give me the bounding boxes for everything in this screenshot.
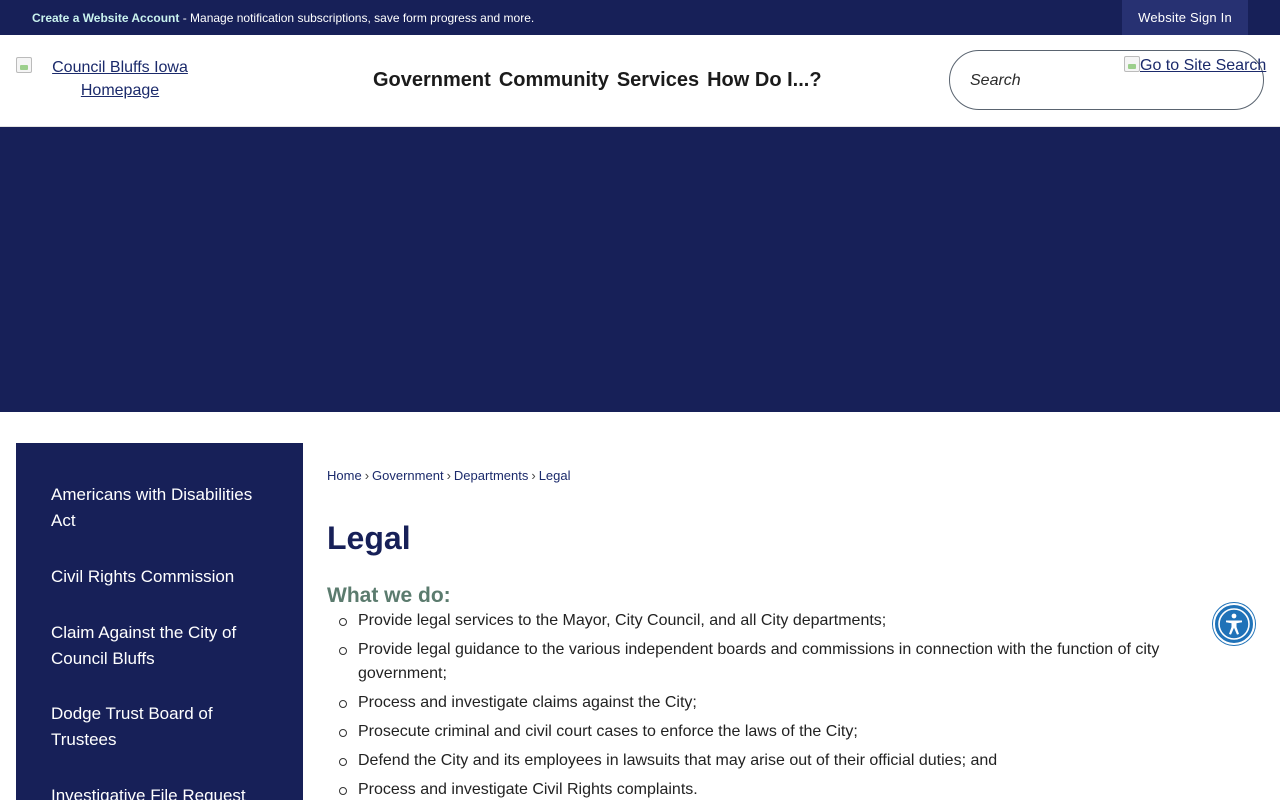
hero-banner <box>0 127 1280 412</box>
site-header: Council Bluffs Iowa Homepage Government … <box>0 35 1280 127</box>
accessibility-icon <box>1218 608 1250 640</box>
breadcrumb-separator: › <box>531 468 536 483</box>
account-message: Create a Website Account - Manage notifi… <box>32 10 534 26</box>
create-account-link[interactable]: Create a Website Account <box>32 11 179 25</box>
breadcrumb: Home › Government › Departments › Legal <box>327 467 571 485</box>
site-search-alt-text: Go to Site Search <box>1140 57 1267 74</box>
sidebar-item-claim-against-city[interactable]: Claim Against the City of Council Bluffs <box>51 620 271 672</box>
list-item: Process and investigate claims against t… <box>327 691 1187 715</box>
breadcrumb-departments[interactable]: Departments <box>454 468 528 483</box>
breadcrumb-home[interactable]: Home <box>327 468 362 483</box>
sidebar-item-civil-rights-commission[interactable]: Civil Rights Commission <box>51 564 271 590</box>
list-item: Process and investigate Civil Rights com… <box>327 778 1187 800</box>
nav-how-do-i[interactable]: How Do I...? <box>703 68 825 92</box>
section-heading: What we do: <box>327 584 451 607</box>
site-search-button[interactable]: Go to Site Search <box>1124 55 1266 77</box>
sidebar-nav: Americans with Disabilities Act Civil Ri… <box>16 443 303 800</box>
list-item: Defend the City and its employees in law… <box>327 749 1187 773</box>
search-input[interactable]: Search Go to Site Search <box>949 50 1266 110</box>
sidebar-item-ada[interactable]: Americans with Disabilities Act <box>51 482 271 534</box>
accessibility-button[interactable] <box>1213 603 1255 645</box>
duties-list: Provide legal services to the Mayor, Cit… <box>327 609 1187 800</box>
nav-services[interactable]: Services <box>613 68 703 92</box>
search-icon <box>1124 56 1140 72</box>
main-nav: Government Community Services How Do I..… <box>369 68 826 92</box>
page-title: Legal <box>327 520 411 556</box>
sign-in-button[interactable]: Website Sign In <box>1122 0 1248 35</box>
sidebar-item-investigative-file-request[interactable]: Investigative File Request <box>51 783 271 800</box>
homepage-logo-link[interactable]: Council Bluffs Iowa Homepage <box>16 56 224 102</box>
nav-government[interactable]: Government <box>369 68 495 92</box>
breadcrumb-separator: › <box>364 468 370 483</box>
sidebar-item-dodge-trust-board[interactable]: Dodge Trust Board of Trustees <box>51 701 271 753</box>
breadcrumb-legal[interactable]: Legal <box>539 468 571 483</box>
nav-community[interactable]: Community <box>495 68 613 92</box>
list-item: Provide legal guidance to the various in… <box>327 638 1187 686</box>
top-notification-bar: Create a Website Account - Manage notifi… <box>0 0 1280 35</box>
breadcrumb-separator: › <box>446 468 451 483</box>
breadcrumb-government[interactable]: Government <box>372 468 444 483</box>
list-item: Provide legal services to the Mayor, Cit… <box>327 609 1187 633</box>
search-placeholder: Search <box>970 72 1021 89</box>
account-message-text: - Manage notification subscriptions, sav… <box>179 11 535 25</box>
broken-image-icon <box>16 57 32 73</box>
logo-alt-text: Council Bluffs Iowa Homepage <box>52 59 188 99</box>
list-item: Prosecute criminal and civil court cases… <box>327 720 1187 744</box>
